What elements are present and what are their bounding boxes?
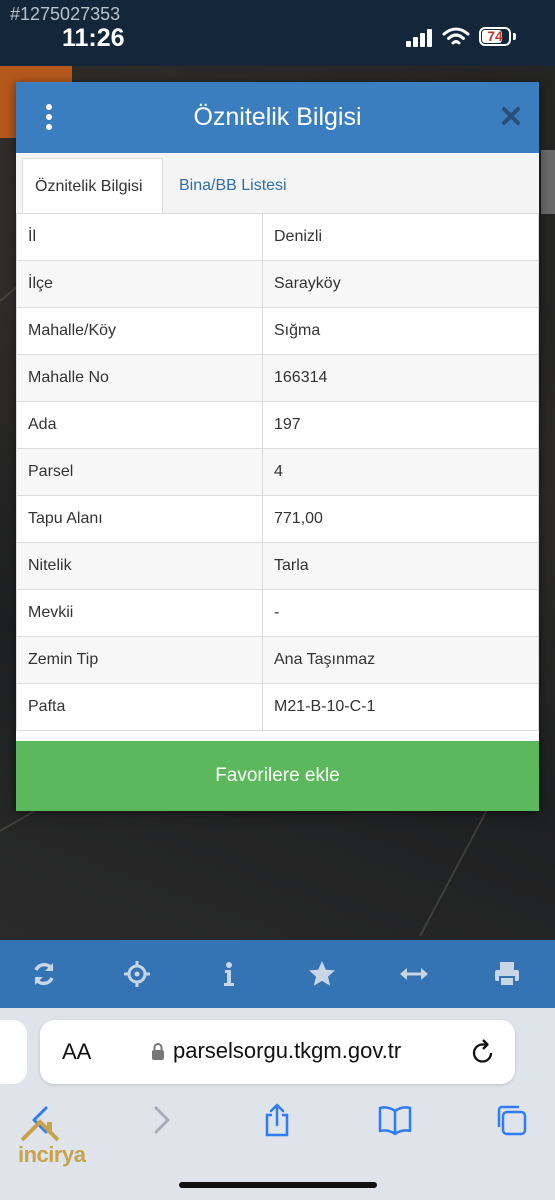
- watermark-text: incirya: [18, 1142, 86, 1167]
- table-row: Parsel 4: [16, 448, 539, 496]
- home-indicator: [179, 1182, 377, 1188]
- row-label: Zemin Tip: [16, 636, 263, 684]
- table-row: İl Denizli: [16, 213, 539, 261]
- row-value: Sığma: [262, 307, 539, 355]
- row-label: Pafta: [16, 683, 263, 731]
- table-row: Mahalle/Köy Sığma: [16, 307, 539, 355]
- browser-chrome: AA parselsorgu.tkgm.gov.tr: [0, 1008, 555, 1200]
- tabs-icon[interactable]: [494, 1103, 528, 1137]
- reload-icon[interactable]: [470, 1038, 496, 1066]
- print-icon[interactable]: [491, 958, 523, 990]
- row-value: 166314: [262, 354, 539, 402]
- previous-tab-peek[interactable]: [0, 1020, 27, 1084]
- address-bar[interactable]: AA parselsorgu.tkgm.gov.tr: [40, 1020, 515, 1084]
- row-label: İlçe: [16, 260, 263, 308]
- modal-title: Öznitelik Bilgisi: [193, 103, 362, 131]
- table-row: Mahalle No 166314: [16, 354, 539, 402]
- row-label: Nitelik: [16, 542, 263, 590]
- table-row: İlçe Sarayköy: [16, 260, 539, 308]
- url-text: parselsorgu.tkgm.gov.tr: [173, 1038, 402, 1063]
- table-row: Mevkii -: [16, 589, 539, 637]
- tab-oznitelik-bilgisi[interactable]: Öznitelik Bilgisi: [22, 158, 163, 213]
- table-row: Ada 197: [16, 401, 539, 449]
- status-bar: #1275027353 11:26 74: [0, 0, 555, 66]
- attribute-table: İl Denizli İlçe Sarayköy Mahalle/Köy Sığma …: [16, 213, 539, 731]
- row-value: M21-B-10-C-1: [262, 683, 539, 731]
- add-to-favorites-button[interactable]: Favorilere ekle: [16, 741, 539, 811]
- table-row: Pafta M21-B-10-C-1: [16, 683, 539, 731]
- close-icon[interactable]: [500, 105, 522, 127]
- battery-level: 74: [487, 28, 503, 44]
- tab-bar: Öznitelik Bilgisi Bina/BB Listesi: [16, 153, 539, 214]
- status-time: 11:26: [62, 24, 125, 52]
- row-value: Ana Taşınmaz: [262, 636, 539, 684]
- row-label: Tapu Alanı: [16, 495, 263, 543]
- row-value: 197: [262, 401, 539, 449]
- row-value: Denizli: [262, 213, 539, 261]
- forward-icon[interactable]: [144, 1103, 178, 1137]
- row-value: 771,00: [262, 495, 539, 543]
- row-label: Parsel: [16, 448, 263, 496]
- modal-header: Öznitelik Bilgisi: [16, 82, 539, 153]
- star-icon[interactable]: [306, 958, 338, 990]
- cellular-signal-icon: [406, 29, 434, 47]
- row-label: Mahalle/Köy: [16, 307, 263, 355]
- table-row: Nitelik Tarla: [16, 542, 539, 590]
- locate-icon[interactable]: [121, 958, 153, 990]
- row-value: Sarayköy: [262, 260, 539, 308]
- table-row: Tapu Alanı 771,00: [16, 495, 539, 543]
- row-value: 4: [262, 448, 539, 496]
- watermark-logo: incirya: [18, 1118, 102, 1168]
- wifi-icon: [442, 27, 470, 45]
- bookmarks-icon[interactable]: [378, 1103, 412, 1137]
- row-label: İl: [16, 213, 263, 261]
- measure-icon[interactable]: [398, 958, 430, 990]
- row-value: -: [262, 589, 539, 637]
- house-roof-icon: [20, 1119, 60, 1142]
- battery-icon: 74: [479, 27, 511, 46]
- info-icon[interactable]: [213, 958, 245, 990]
- attribute-modal: Öznitelik Bilgisi Öznitelik Bilgisi Bina…: [16, 82, 539, 811]
- row-label: Mahalle No: [16, 354, 263, 402]
- reader-settings-button[interactable]: AA: [62, 1039, 91, 1065]
- row-value: Tarla: [262, 542, 539, 590]
- aa-label: AA: [62, 1039, 92, 1064]
- tab-bina-bb-listesi[interactable]: Bina/BB Listesi: [167, 158, 299, 213]
- lock-icon: [152, 1043, 164, 1060]
- share-icon[interactable]: [260, 1103, 294, 1137]
- listing-id: #1275027353: [10, 4, 121, 24]
- battery-cap: [513, 33, 516, 40]
- refresh-icon[interactable]: [28, 958, 60, 990]
- row-label: Ada: [16, 401, 263, 449]
- table-row: Zemin Tip Ana Taşınmaz: [16, 636, 539, 684]
- map-scrollbar[interactable]: [541, 150, 555, 214]
- row-label: Mevkii: [16, 589, 263, 637]
- map-toolbar: [0, 940, 555, 1008]
